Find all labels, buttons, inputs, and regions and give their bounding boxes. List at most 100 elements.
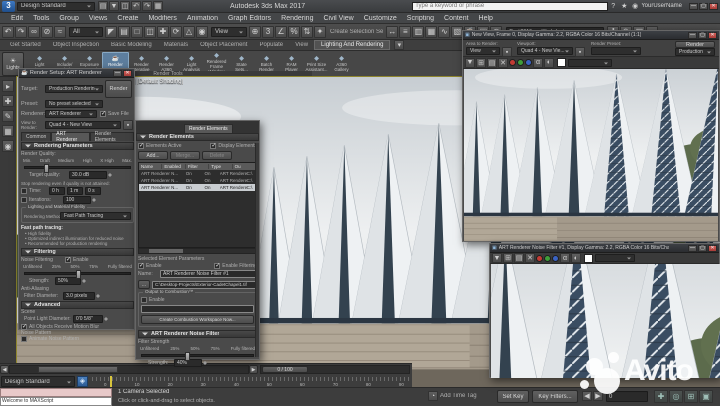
- lock-area-icon[interactable]: ▪: [502, 47, 512, 57]
- maximize-button[interactable]: [698, 31, 707, 39]
- scrollbar-thumb[interactable]: [38, 366, 118, 373]
- project-folder-icon[interactable]: ▦: [153, 1, 163, 11]
- preset-dropdown[interactable]: No preset selected: [45, 100, 103, 108]
- menu-item[interactable]: Rendering: [276, 15, 318, 22]
- camera-icon[interactable]: ◉: [2, 140, 14, 152]
- rfw-titlebar[interactable]: ▣ New View, Frame 0, Display Gamma: 2.2,…: [463, 31, 719, 40]
- minimize-button[interactable]: [688, 31, 697, 39]
- max-logo[interactable]: 3: [2, 0, 15, 12]
- scroll-left-icon[interactable]: ◀: [0, 365, 9, 374]
- create-selection-set-label[interactable]: Create Selection Se: [330, 29, 383, 35]
- blue-channel-icon[interactable]: [552, 254, 559, 262]
- ribbon-button[interactable]: ◆ A360 Gallery: [329, 52, 354, 76]
- red-channel-icon[interactable]: [509, 59, 516, 66]
- menu-item[interactable]: Animation: [182, 15, 223, 22]
- ribbon-tab[interactable]: Object Inspection: [47, 42, 105, 48]
- quality-slider[interactable]: [24, 164, 131, 173]
- elements-list[interactable]: Name Enabled Filter Type Ou ART Renderer N..…: [138, 162, 257, 248]
- display-elements-checkbox[interactable]: [210, 142, 216, 149]
- renderer-dropdown[interactable]: ART Renderer: [45, 110, 97, 118]
- select-move-icon[interactable]: ✚: [157, 25, 169, 38]
- tab-render-elements[interactable]: Render Elements: [89, 131, 134, 143]
- clone-window-icon[interactable]: ⊞: [503, 253, 513, 263]
- clear-image-icon[interactable]: ✕: [525, 253, 535, 263]
- render-preset-dropdown[interactable]: [591, 47, 641, 55]
- save-file-icon[interactable]: ◫: [120, 1, 130, 11]
- minimize-button[interactable]: [113, 69, 122, 77]
- iterations-checkbox[interactable]: [21, 197, 27, 203]
- filter-diameter-spinner[interactable]: [96, 292, 102, 300]
- point-light-diameter-field[interactable]: 0'0 5/8": [73, 315, 103, 323]
- menu-item[interactable]: Scripting: [402, 15, 439, 22]
- target-quality-spinner[interactable]: [108, 171, 114, 179]
- red-channel-icon[interactable]: [536, 254, 543, 262]
- favorites-icon[interactable]: ★: [619, 1, 629, 11]
- element-output-path-field[interactable]: C:\Desktop-Projects\Exterior-CadetChapel…: [152, 280, 257, 289]
- menu-item[interactable]: Content: [439, 15, 474, 22]
- create-combustion-workspace-button[interactable]: Create Combustion Workspace Now...: [141, 315, 254, 324]
- ribbon-tab-active[interactable]: Lighting And Rendering: [314, 40, 391, 50]
- advanced-rollout[interactable]: Advanced: [21, 301, 134, 309]
- workspace-dropdown[interactable]: Design Standard: [1, 376, 75, 387]
- percent-snap-icon[interactable]: %: [288, 25, 300, 38]
- channel-display-dropdown[interactable]: [595, 254, 635, 262]
- menu-item[interactable]: Group: [54, 15, 83, 22]
- lock-view-icon[interactable]: ▪: [123, 120, 133, 130]
- trackbar-ticks[interactable]: [92, 377, 410, 381]
- rfw-viewport-dropdown[interactable]: Quad 4 - New Vie...: [517, 47, 573, 55]
- time-minutes-field[interactable]: 1 m: [67, 187, 83, 195]
- color-swatch[interactable]: [557, 58, 566, 67]
- ribbon-tab[interactable]: Materials: [158, 42, 194, 48]
- viewport-tabs-arrow-icon[interactable]: ▸: [2, 80, 14, 92]
- use-pivot-icon[interactable]: ⊕: [249, 25, 261, 38]
- selection-filter-dropdown[interactable]: All: [69, 26, 103, 37]
- maximize-button[interactable]: [699, 2, 708, 10]
- help-icon[interactable]: ?: [608, 1, 618, 11]
- combustion-path-field[interactable]: [141, 305, 254, 313]
- named-sets-icon[interactable]: ✦: [314, 25, 326, 38]
- monochrome-icon[interactable]: ◐: [544, 57, 554, 68]
- target-dropdown[interactable]: Production Rendering Mode: [45, 85, 103, 93]
- elements-list-scrollbar[interactable]: [138, 248, 257, 254]
- dialog-scrollbar[interactable]: [255, 143, 259, 357]
- ribbon-tab[interactable]: Populate: [253, 42, 289, 48]
- noise-enable-checkbox[interactable]: [65, 256, 71, 263]
- workspace-selector[interactable]: Design Standard: [17, 1, 95, 11]
- layout-icon[interactable]: ▦: [2, 125, 14, 137]
- menu-item[interactable]: Customize: [359, 15, 402, 22]
- menu-item[interactable]: Tools: [28, 15, 54, 22]
- select-by-name-icon[interactable]: ▤: [118, 25, 130, 38]
- motion-blur-checkbox[interactable]: [21, 323, 27, 330]
- ribbon-tab[interactable]: Basic Modeling: [105, 42, 158, 48]
- merge-element-button[interactable]: Merge...: [170, 151, 200, 160]
- maximize-button[interactable]: [698, 244, 707, 252]
- rendering-method-dropdown[interactable]: Fast Path Tracing: [60, 212, 131, 220]
- animate-noise-checkbox[interactable]: [21, 336, 27, 342]
- tab-art-renderer[interactable]: ART Renderer: [51, 131, 90, 143]
- close-button[interactable]: [123, 69, 132, 77]
- undo-icon[interactable]: ↶: [131, 1, 141, 11]
- ribbon-tab[interactable]: Get Started: [4, 42, 47, 48]
- menu-item[interactable]: Graph Editors: [223, 15, 276, 22]
- render-mode-dropdown[interactable]: Production: [675, 48, 715, 56]
- element-filter-slider[interactable]: [141, 352, 254, 361]
- select-rotate-icon[interactable]: ⟳: [170, 25, 182, 38]
- time-slider-track[interactable]: 0 / 100: [260, 365, 410, 374]
- modify-icon[interactable]: ✎: [2, 110, 14, 122]
- green-channel-icon[interactable]: [544, 254, 551, 262]
- browse-output-button[interactable]: ...: [138, 280, 150, 289]
- add-time-tag[interactable]: ◔ Add Time Tag: [428, 391, 477, 401]
- rfw-image[interactable]: [464, 69, 718, 241]
- set-key-button[interactable]: Set Key: [497, 390, 529, 403]
- channel-display-dropdown[interactable]: [568, 58, 612, 67]
- clone-window-icon[interactable]: ⊞: [476, 57, 486, 68]
- blue-channel-icon[interactable]: [525, 59, 532, 66]
- element-name-field[interactable]: ART Renderer Noise Filter #1: [160, 270, 257, 278]
- render-button[interactable]: Render: [105, 80, 132, 98]
- strength-spinner[interactable]: [82, 277, 88, 285]
- filter-diameter-field[interactable]: 3.0 pixels: [63, 292, 95, 300]
- user-icon[interactable]: ◉: [630, 1, 640, 11]
- element-row[interactable]: ART Renderer N...OnOnART Rendere...C:\: [139, 177, 256, 184]
- ribbon-tab[interactable]: Object Placement: [194, 42, 253, 48]
- reference-coordinate-dropdown[interactable]: View: [211, 26, 247, 37]
